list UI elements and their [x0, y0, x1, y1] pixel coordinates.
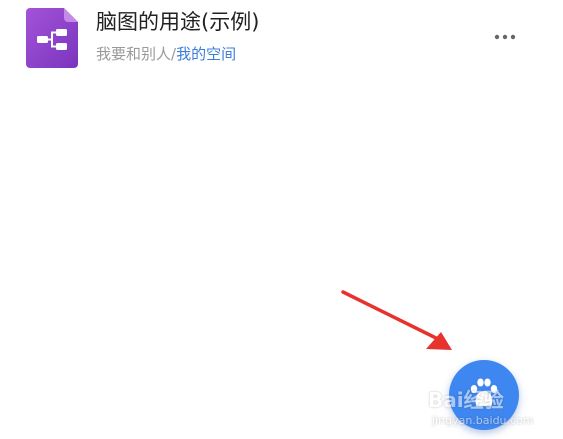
- watermark-brand: Bai经验: [428, 388, 504, 412]
- screen: 脑图的用途(示例) 我要和别人/我的空间 Bai经验 jingyan.baidu…: [0, 0, 563, 439]
- watermark-url: jingyan.baidu.com: [432, 414, 534, 427]
- baidu-jingyan-watermark: Bai经验 jingyan.baidu.com: [428, 388, 558, 436]
